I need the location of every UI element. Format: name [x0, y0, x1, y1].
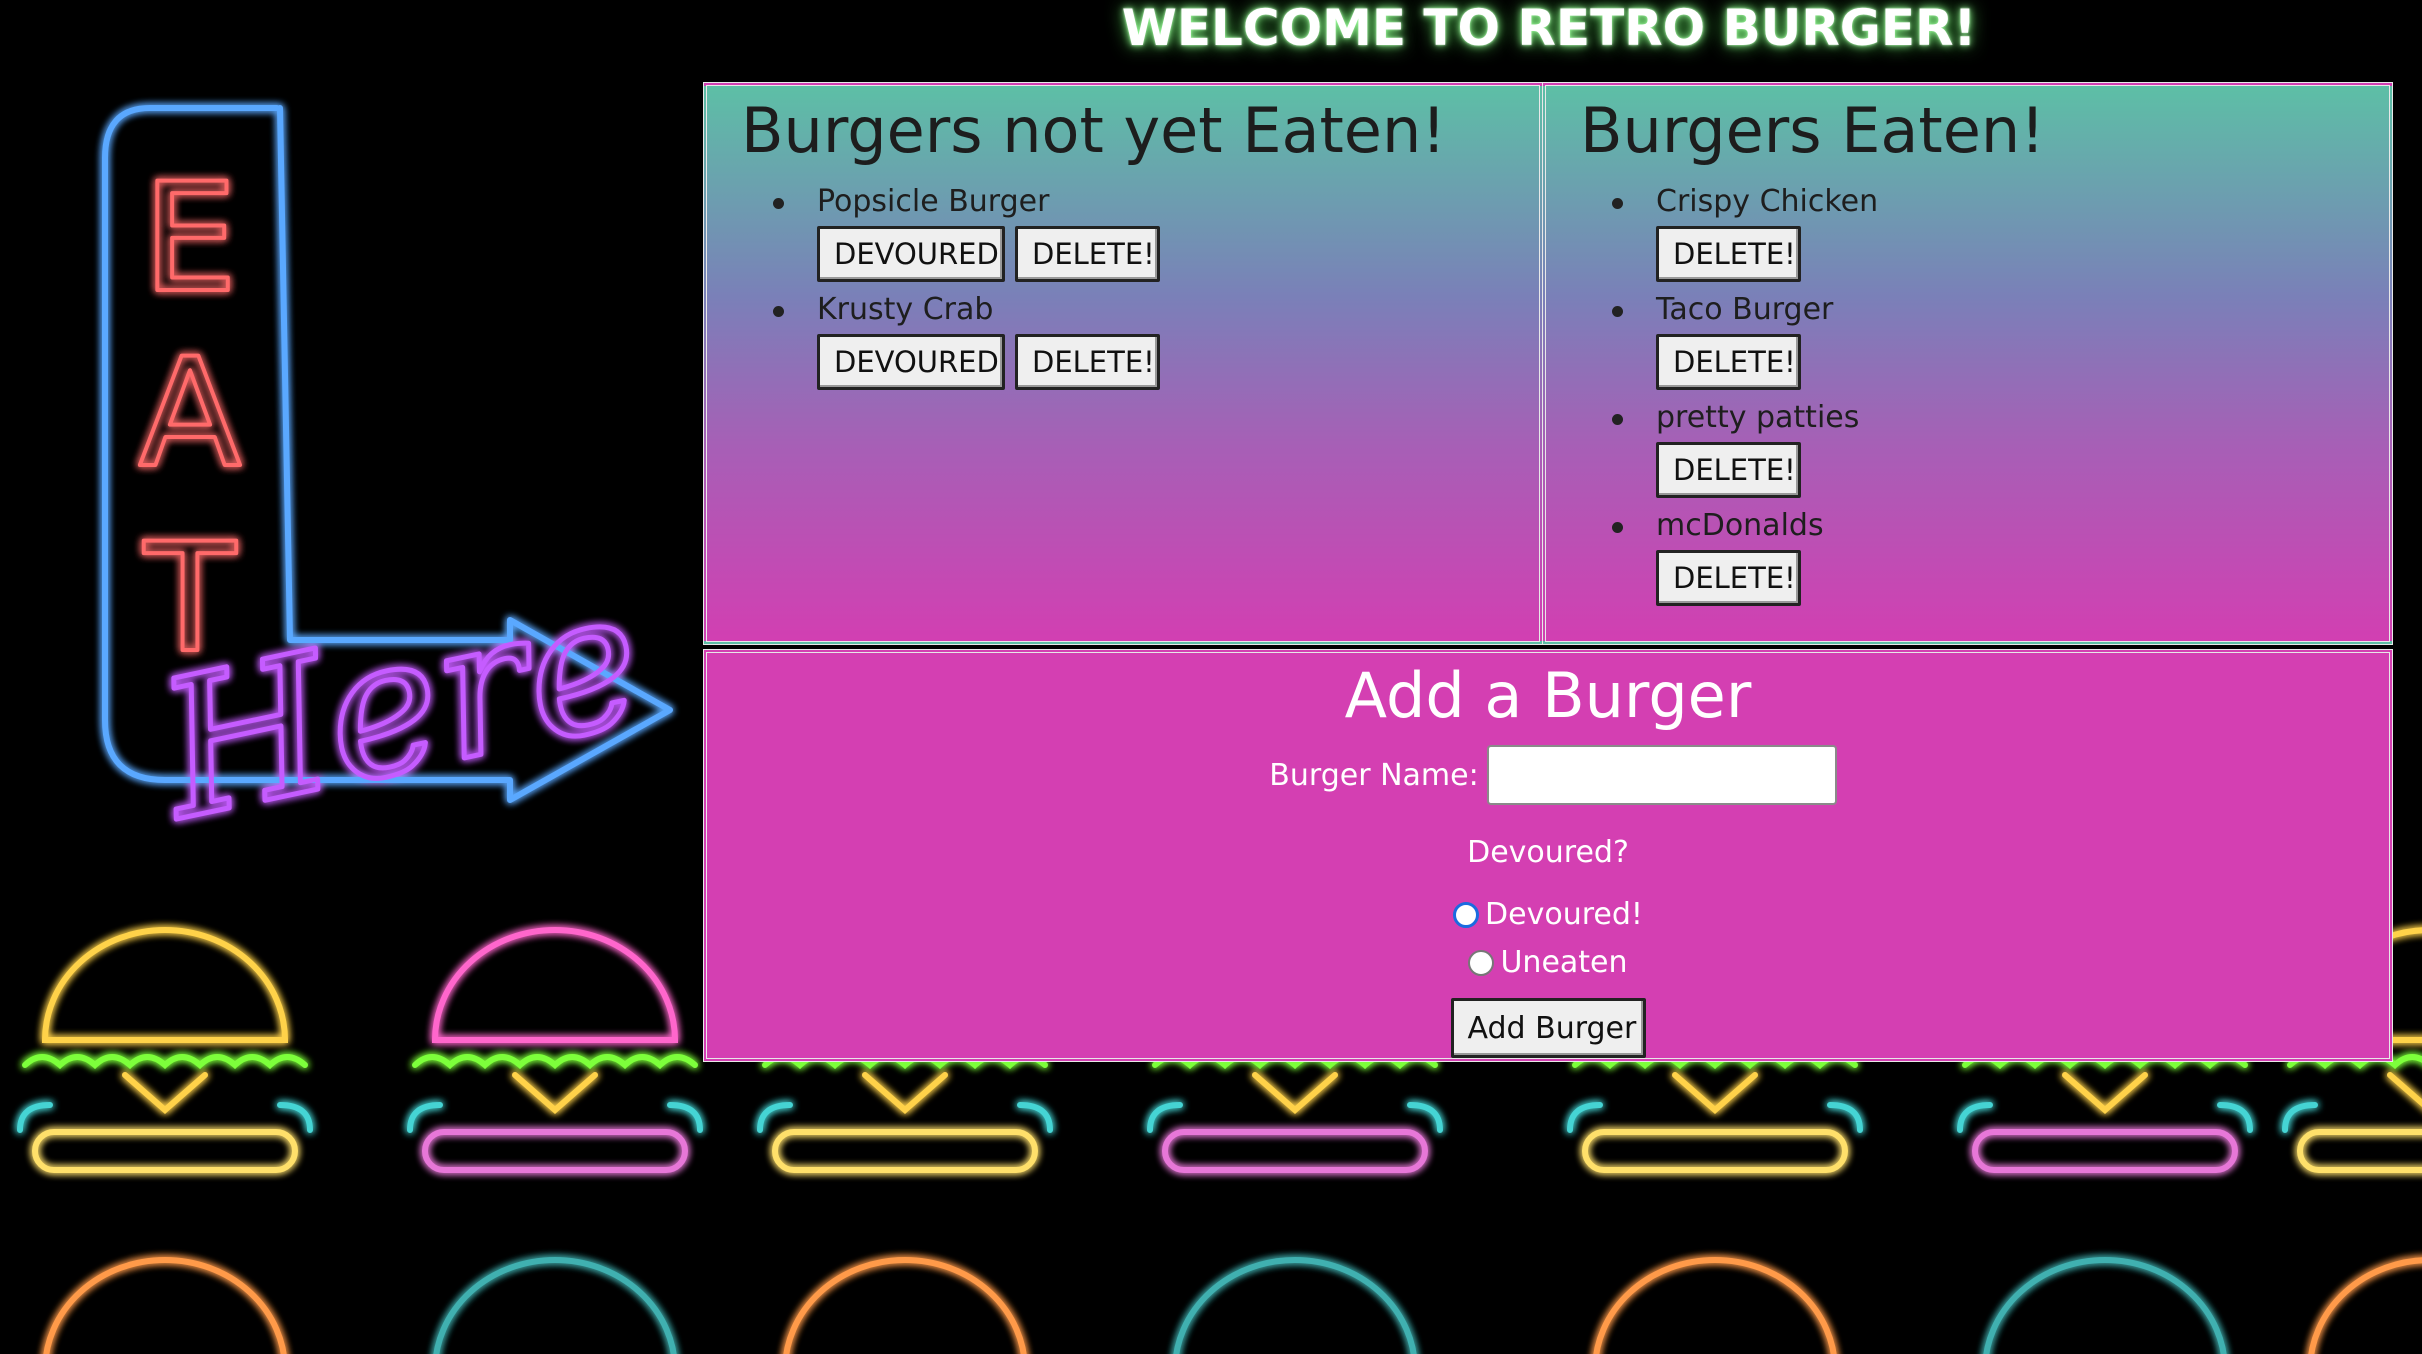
- neon-bun-icon: [783, 1257, 1027, 1354]
- neon-bun-icon: [1593, 1257, 1837, 1354]
- eaten-heading: Burgers Eaten!: [1580, 94, 2045, 167]
- devoured-option-label: Devoured!: [1485, 897, 1643, 932]
- delete-button[interactable]: DELETE!: [1656, 550, 1801, 606]
- burger-name: Crispy Chicken: [1656, 184, 1879, 219]
- burger-name: Krusty Crab: [817, 292, 994, 327]
- delete-button[interactable]: DELETE!: [1656, 334, 1801, 390]
- burger-name: pretty patties: [1656, 400, 1860, 435]
- neon-burger-icon: [17, 927, 313, 1173]
- devoured-radio[interactable]: [1453, 901, 1480, 928]
- delete-button[interactable]: DELETE!: [1656, 442, 1801, 498]
- neon-burger-icon: [407, 927, 703, 1173]
- sign-letter-e: E: [143, 152, 238, 326]
- devoured-question: Devoured?: [1467, 835, 1629, 870]
- burger-name: Popsicle Burger: [817, 184, 1050, 219]
- devoured-button[interactable]: DEVOURED: [817, 334, 1005, 390]
- uneaten-option[interactable]: Uneaten: [707, 945, 2389, 980]
- not-eaten-list: Popsicle Burger DEVOURED DELETE! Krusty …: [773, 184, 1160, 400]
- add-burger-heading: Add a Burger: [1344, 659, 1752, 732]
- burger-name-label: Burger Name:: [1269, 757, 1479, 793]
- devoured-button[interactable]: DEVOURED: [817, 226, 1005, 282]
- eaten-column: Burgers Eaten! Crispy Chicken DELETE! Ta…: [1542, 82, 2393, 645]
- burger-name-input[interactable]: [1486, 745, 1837, 805]
- add-burger-button[interactable]: Add Burger: [1450, 998, 1646, 1058]
- devoured-option[interactable]: Devoured!: [707, 897, 2389, 932]
- page-title: WELCOME TO RETRO BURGER!: [1121, 0, 1977, 57]
- eaten-list: Crispy Chicken DELETE! Taco Burger DELET…: [1611, 184, 1879, 616]
- neon-bun-icon: [1173, 1257, 1417, 1354]
- list-item: mcDonalds DELETE!: [1611, 508, 1878, 616]
- neon-bun-icon: [43, 1257, 287, 1354]
- sign-letter-a: A: [139, 327, 242, 501]
- not-eaten-column: Burgers not yet Eaten! Popsicle Burger D…: [703, 82, 1543, 645]
- not-eaten-heading: Burgers not yet Eaten!: [741, 94, 1447, 167]
- burger-name: mcDonalds: [1656, 508, 1824, 543]
- neon-bun-row: [43, 1257, 2422, 1354]
- list-item: Krusty Crab DEVOURED DELETE!: [773, 292, 1160, 400]
- uneaten-option-label: Uneaten: [1500, 945, 1628, 980]
- list-item: Crispy Chicken DELETE!: [1611, 184, 1879, 292]
- list-item: Popsicle Burger DEVOURED DELETE!: [773, 184, 1160, 292]
- neon-bun-icon: [2308, 1257, 2422, 1354]
- list-item: Taco Burger DELETE!: [1611, 292, 1878, 400]
- uneaten-radio[interactable]: [1468, 949, 1495, 976]
- neon-bun-icon: [433, 1257, 677, 1354]
- delete-button[interactable]: DELETE!: [1015, 226, 1160, 282]
- add-burger-form: Add a Burger Burger Name: Devoured? Devo…: [703, 649, 2393, 1062]
- neon-bun-icon: [1983, 1257, 2227, 1354]
- delete-button[interactable]: DELETE!: [1015, 334, 1160, 390]
- list-item: pretty patties DELETE!: [1611, 400, 1878, 508]
- page: E A T Here WELCOME TO RETRO BURGER! Burg…: [0, 0, 2422, 1354]
- burger-name: Taco Burger: [1656, 292, 1834, 327]
- eat-here-sign: E A T Here: [102, 105, 673, 866]
- delete-button[interactable]: DELETE!: [1656, 226, 1801, 282]
